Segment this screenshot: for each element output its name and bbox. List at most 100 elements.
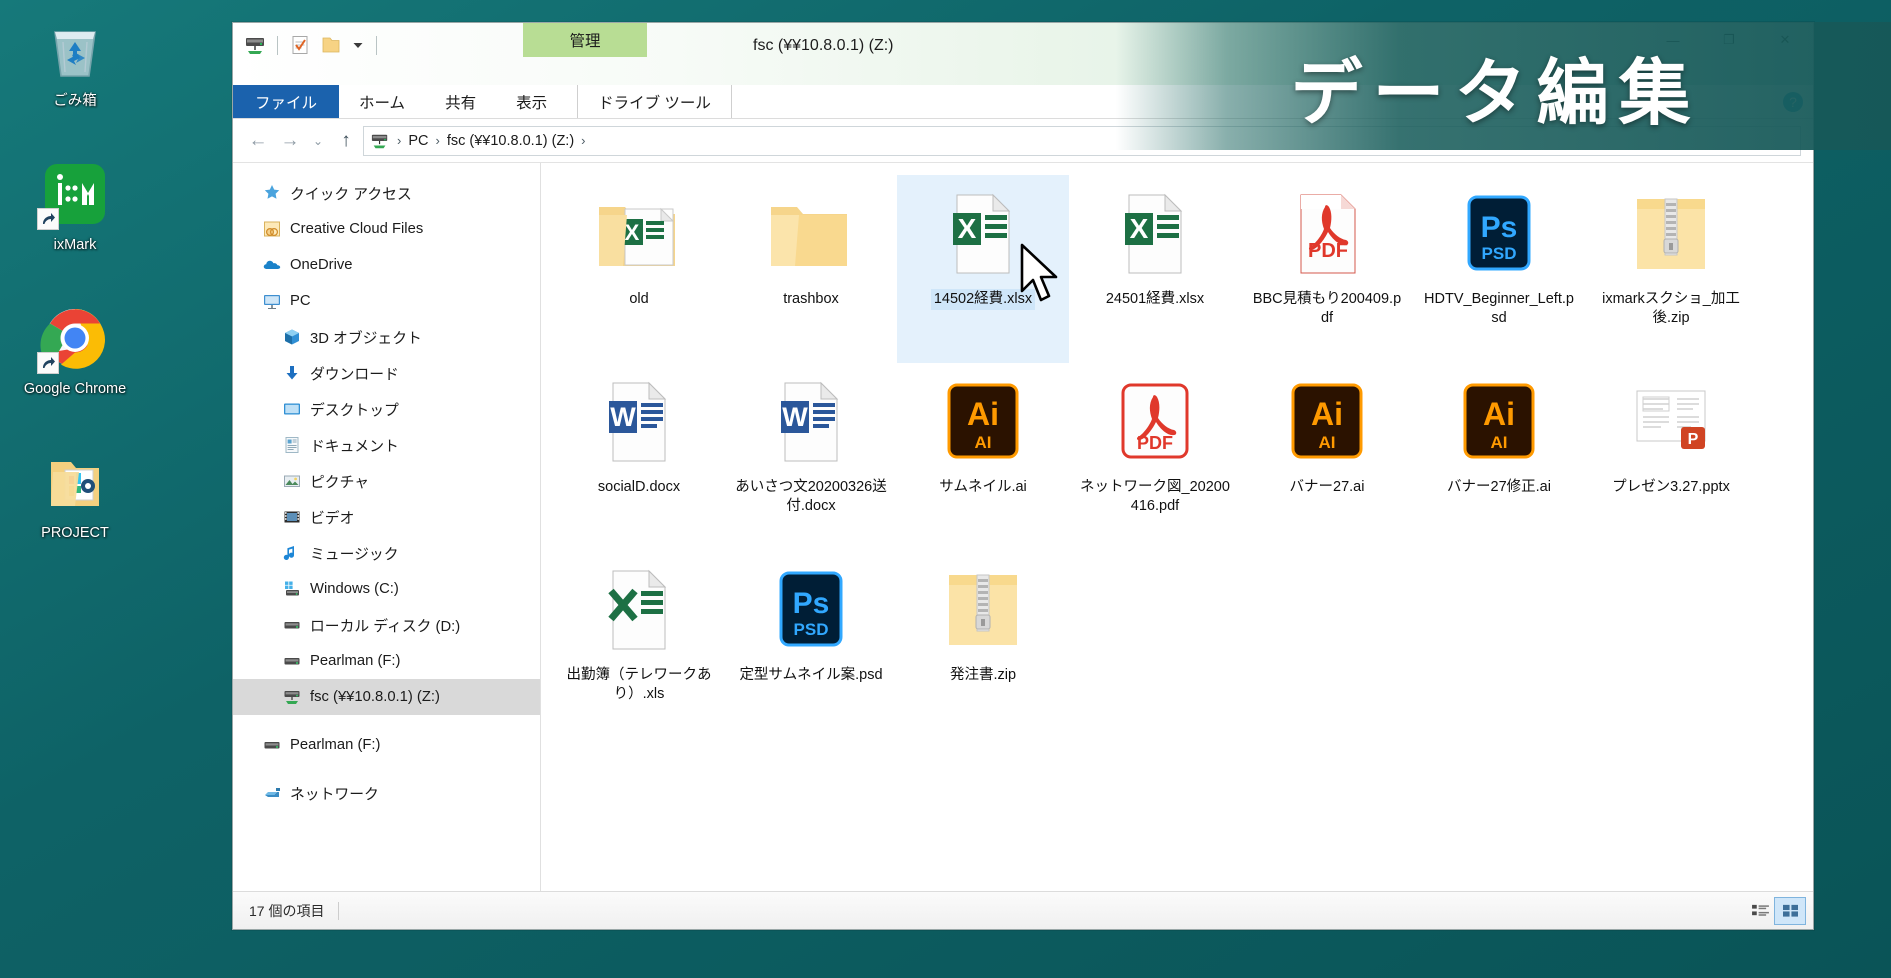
sidebar-item-pictures[interactable]: ピクチャ	[233, 463, 540, 499]
sidebar-item-music[interactable]: ミュージック	[233, 535, 540, 571]
this-pc-icon	[261, 291, 282, 312]
file-name: バナー27.ai	[1289, 479, 1365, 495]
svg-text:X: X	[625, 220, 640, 245]
sidebar-item-downloads[interactable]: ダウンロード	[233, 355, 540, 391]
sidebar-item-creative-cloud-files[interactable]: Creative Cloud Files	[233, 211, 540, 247]
breadcrumb-item-pc[interactable]: PC	[408, 133, 428, 149]
details-view-button[interactable]	[1745, 898, 1775, 924]
tab-drive-tools[interactable]: ドライブ ツール	[577, 85, 732, 118]
breadcrumb[interactable]: › PC › fsc (¥¥10.8.0.1) (Z:) ›	[363, 125, 1801, 156]
file-item[interactable]: X 24501経費.xlsx	[1069, 175, 1241, 363]
maximize-button[interactable]: ❐	[1701, 23, 1757, 57]
sidebar-item-network[interactable]: ネットワーク	[233, 775, 540, 811]
chevron-down-icon[interactable]: ⌄	[307, 126, 329, 156]
shortcut-overlay-icon	[37, 208, 59, 230]
minimize-button[interactable]: —	[1645, 23, 1701, 57]
status-bar: 17 個の項目	[233, 891, 1813, 929]
file-item[interactable]: P プレゼン3.27.pptx	[1585, 363, 1757, 551]
shortcut-overlay-icon	[37, 352, 59, 374]
address-bar-row: ← → ⌄ ↑ › PC › fsc (¥¥10.8.0.1) (Z:) ›	[233, 119, 1813, 163]
file-name: プレゼン3.27.pptx	[1612, 479, 1730, 495]
file-list-pane[interactable]: X old trashbox X 14502経費.xlsx X 24501経費.…	[541, 163, 1813, 891]
arrow-right-icon[interactable]: →	[275, 126, 305, 156]
sidebar-item-documents[interactable]: ドキュメント	[233, 427, 540, 463]
desktop-icon-project[interactable]: PROJECT	[0, 446, 150, 586]
file-item[interactable]: ixmarkスクショ_加工後.zip	[1585, 175, 1757, 363]
tab-view[interactable]: 表示	[496, 85, 567, 118]
tab-share[interactable]: 共有	[425, 85, 496, 118]
file-item[interactable]: 出勤簿（テレワークあり）.xls	[553, 551, 725, 739]
window-titlebar: 管理 fsc (¥¥10.8.0.1) (Z:) — ❐ ✕	[233, 23, 1813, 85]
file-item[interactable]: X old	[553, 175, 725, 363]
file-label-wrap: ixmarkスクショ_加工後.zip	[1590, 289, 1752, 328]
sidebar-item-onedrive[interactable]: OneDrive	[233, 247, 540, 283]
file-item[interactable]: PDF ネットワーク図_20200416.pdf	[1069, 363, 1241, 551]
sidebar-item-pearlman-f[interactable]: Pearlman (F:)	[233, 643, 540, 679]
sidebar-item-pearlman-f-root[interactable]: Pearlman (F:)	[233, 727, 540, 763]
file-item[interactable]: W socialD.docx	[553, 363, 725, 551]
desktop-icon-recycle-bin[interactable]: ごみ箱	[0, 14, 150, 154]
file-label-wrap: サムネイル.ai	[936, 477, 1030, 498]
tab-file[interactable]: ファイル	[233, 85, 340, 118]
sidebar-item-label: OneDrive	[290, 257, 353, 273]
file-grid: X old trashbox X 14502経費.xlsx X 24501経費.…	[541, 163, 1813, 739]
window-control-buttons: — ❐ ✕	[1645, 23, 1813, 57]
desktop-icon-google-chrome[interactable]: Google Chrome	[0, 302, 150, 442]
new-folder-icon[interactable]	[319, 33, 343, 57]
file-label-wrap: old	[626, 289, 651, 310]
desktop-icon-label: Google Chrome	[23, 381, 127, 397]
file-item[interactable]: Ai AI バナー27修正.ai	[1413, 363, 1585, 551]
desktop-icon-area: ごみ箱 ixMark Google Chrome PROJECT	[0, 0, 150, 978]
recycle-bin-icon	[39, 14, 111, 86]
sidebar-item-desktop[interactable]: デスクトップ	[233, 391, 540, 427]
sidebar-item-label: ピクチャ	[310, 474, 370, 491]
sidebar-item-pc[interactable]: PC	[233, 283, 540, 319]
large-icons-view-button[interactable]	[1774, 896, 1806, 925]
tab-home[interactable]: ホーム	[339, 85, 425, 118]
xlsx-file-icon: X	[1107, 185, 1203, 281]
arrow-left-icon[interactable]: ←	[243, 126, 273, 156]
sidebar-item-fsc-z[interactable]: fsc (¥¥10.8.0.1) (Z:)	[233, 679, 540, 715]
file-label-wrap: socialD.docx	[595, 477, 683, 498]
window-title: fsc (¥¥10.8.0.1) (Z:)	[753, 37, 894, 54]
nav-group-gap	[233, 715, 540, 727]
file-name: old	[629, 291, 649, 307]
close-button[interactable]: ✕	[1757, 23, 1813, 57]
contextual-tab-group-label: 管理	[523, 23, 647, 57]
psd-file-icon: Ps PSD	[1451, 185, 1547, 281]
desktop-icon-ixmark[interactable]: ixMark	[0, 158, 150, 298]
svg-text:P: P	[1688, 431, 1699, 448]
sidebar-item-quick-access[interactable]: クイック アクセス	[233, 175, 540, 211]
file-item[interactable]: Ai AI サムネイル.ai	[897, 363, 1069, 551]
sidebar-item-label: ネットワーク	[290, 786, 379, 803]
svg-text:W: W	[610, 402, 636, 432]
file-label-wrap: あいさつ文20200326送付.docx	[730, 477, 892, 516]
breadcrumb-item-drive[interactable]: fsc (¥¥10.8.0.1) (Z:)	[447, 133, 574, 149]
file-item[interactable]: Ps PSD 定型サムネイル案.psd	[725, 551, 897, 739]
network-icon	[261, 783, 282, 804]
customize-caret-icon[interactable]	[350, 35, 366, 55]
windows-drive-icon	[281, 579, 302, 600]
sidebar-item-videos[interactable]: ビデオ	[233, 499, 540, 535]
file-label-wrap: 定型サムネイル案.psd	[736, 665, 885, 686]
sidebar-item-3d-objects[interactable]: 3D オブジェクト	[233, 319, 540, 355]
file-item[interactable]: trashbox	[725, 175, 897, 363]
folder-icon	[763, 185, 859, 281]
sidebar-item-local-disk-d[interactable]: ローカル ディスク (D:)	[233, 607, 540, 643]
creative-cloud-folder-icon	[261, 219, 282, 240]
videos-icon	[281, 507, 302, 528]
help-icon[interactable]: ?	[1783, 92, 1803, 112]
file-item[interactable]: 発注書.zip	[897, 551, 1069, 739]
network-drive-icon[interactable]	[243, 33, 267, 57]
file-item[interactable]: PDF BBC見積もり200409.pdf	[1241, 175, 1413, 363]
file-item[interactable]: Ps PSD HDTV_Beginner_Left.psd	[1413, 175, 1585, 363]
sidebar-item-label: デスクトップ	[310, 402, 399, 419]
file-item-selected[interactable]: X 14502経費.xlsx	[897, 175, 1069, 363]
file-item[interactable]: W あいさつ文20200326送付.docx	[725, 363, 897, 551]
file-label-wrap: バナー27.ai	[1287, 477, 1368, 498]
file-item[interactable]: Ai AI バナー27.ai	[1241, 363, 1413, 551]
svg-text:AI: AI	[975, 433, 992, 452]
properties-icon[interactable]	[288, 33, 312, 57]
arrow-up-icon[interactable]: ↑	[331, 126, 361, 156]
sidebar-item-windows-c[interactable]: Windows (C:)	[233, 571, 540, 607]
